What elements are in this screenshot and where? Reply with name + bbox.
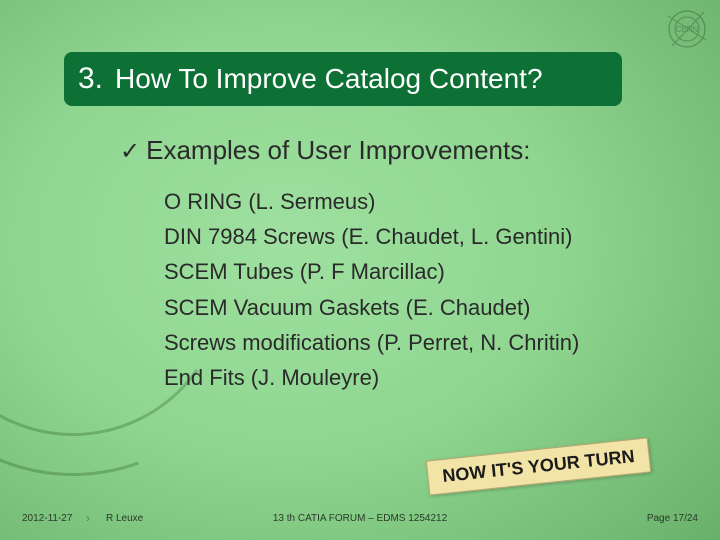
- chevron-right-icon: ›: [86, 511, 90, 525]
- cern-logo: CERN: [664, 6, 710, 52]
- list-item: SCEM Tubes (P. F Marcillac): [164, 254, 690, 289]
- item-list: O RING (L. Sermeus) DIN 7984 Screws (E. …: [164, 184, 690, 395]
- footer-author: R Leuxe: [106, 513, 143, 524]
- check-icon: ✓: [120, 140, 140, 164]
- list-item: End Fits (J. Mouleyre): [164, 360, 690, 395]
- heading-text: Examples of User Improvements:: [146, 135, 530, 166]
- footer-center: 13 th CATIA FORUM – EDMS 1254212: [273, 513, 447, 524]
- footer-page: Page 17/24: [647, 513, 698, 524]
- list-item: DIN 7984 Screws (E. Chaudet, L. Gentini): [164, 219, 690, 254]
- slide-title-bar: 3. How To Improve Catalog Content?: [64, 52, 622, 106]
- list-item: O RING (L. Sermeus): [164, 184, 690, 219]
- callout-sticker: NOW IT'S YOUR TURN: [426, 437, 651, 495]
- title-number: 3.: [78, 62, 103, 96]
- slide-footer: 2012-11-27 › R Leuxe 13 th CATIA FORUM –…: [0, 508, 720, 528]
- list-item: Screws modifications (P. Perret, N. Chri…: [164, 325, 690, 360]
- section-heading: ✓ Examples of User Improvements:: [120, 135, 690, 166]
- footer-date: 2012-11-27: [22, 513, 72, 524]
- list-item: SCEM Vacuum Gaskets (E. Chaudet): [164, 290, 690, 325]
- content-area: ✓ Examples of User Improvements: O RING …: [120, 135, 690, 395]
- cern-logo-text: CERN: [676, 25, 699, 34]
- title-text: How To Improve Catalog Content?: [115, 63, 543, 95]
